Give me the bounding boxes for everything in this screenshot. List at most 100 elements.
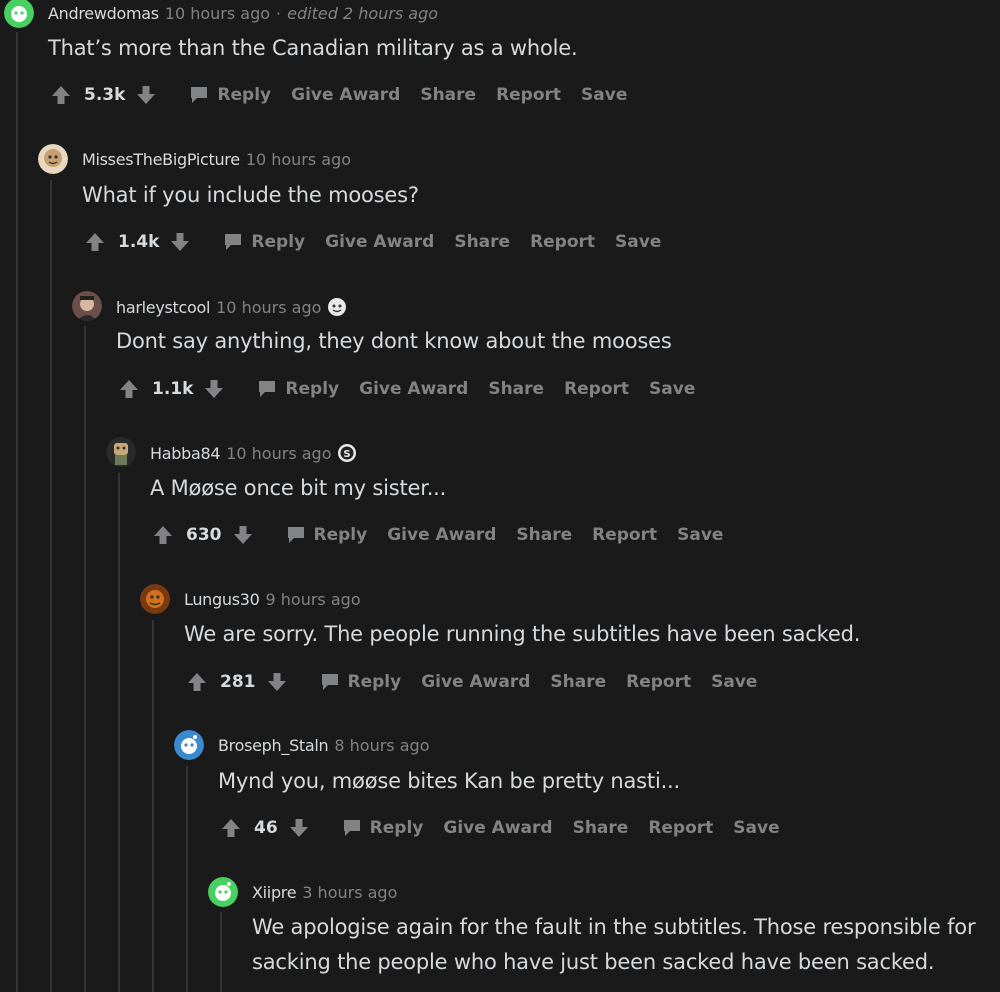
comment-body: What if you include the mooses? — [82, 183, 419, 207]
avatar[interactable] — [208, 877, 238, 907]
reply-button[interactable]: Reply — [189, 85, 271, 105]
comment-actions: 1.1k Reply Give Award Share Report Save — [118, 378, 695, 400]
avatar[interactable] — [4, 0, 34, 28]
author-link[interactable]: MissesTheBigPicture — [82, 150, 240, 169]
save-button[interactable]: Save — [581, 85, 627, 105]
downvote-icon[interactable] — [288, 817, 310, 839]
share-button[interactable]: Share — [550, 672, 606, 692]
author-link[interactable]: Xiipre — [252, 883, 297, 902]
downvote-icon[interactable] — [203, 378, 225, 400]
comment-meta: Andrewdomas 10 hours ago · edited 2 hour… — [48, 4, 438, 23]
give-award-button[interactable]: Give Award — [291, 85, 400, 105]
timestamp[interactable]: 10 hours ago — [226, 444, 331, 463]
author-link[interactable]: Lungus30 — [184, 590, 260, 609]
upvote-icon[interactable] — [220, 817, 242, 839]
svg-text:S: S — [344, 449, 351, 460]
reply-label: Reply — [285, 379, 340, 399]
comment-body-line: We apologise again for the fault in the … — [252, 915, 976, 939]
avatar[interactable] — [140, 584, 170, 614]
save-button[interactable]: Save — [615, 232, 661, 252]
timestamp[interactable]: 3 hours ago — [302, 883, 397, 902]
upvote-icon[interactable] — [50, 84, 72, 106]
avatar[interactable] — [72, 291, 102, 321]
reply-button[interactable]: Reply — [286, 525, 367, 545]
give-award-button[interactable]: Give Award — [387, 525, 496, 545]
downvote-icon[interactable] — [232, 524, 254, 546]
report-button[interactable]: Report — [564, 379, 629, 399]
thread-line[interactable] — [84, 326, 86, 992]
author-link[interactable]: Broseph_Staln — [218, 736, 329, 755]
share-button[interactable]: Share — [488, 379, 544, 399]
comment-meta: Xiipre 3 hours ago — [252, 883, 397, 902]
vote-score: 46 — [254, 818, 278, 838]
save-button[interactable]: Save — [711, 672, 757, 692]
timestamp[interactable]: 9 hours ago — [266, 590, 361, 609]
comment-actions: 281 Reply Give Award Share Report Save — [186, 671, 757, 693]
report-button[interactable]: Report — [496, 85, 561, 105]
upvote-icon[interactable] — [84, 231, 106, 253]
author-link[interactable]: harleystcool — [116, 298, 210, 317]
comment-actions: 1.4k Reply Give Award Share Report Save — [84, 231, 661, 253]
silver-award-icon: S — [338, 444, 357, 462]
share-button[interactable]: Share — [516, 525, 572, 545]
timestamp[interactable]: 10 hours ago — [165, 4, 270, 23]
thread-line[interactable] — [152, 620, 154, 992]
report-button[interactable]: Report — [530, 232, 595, 252]
avatar[interactable] — [174, 730, 204, 760]
save-button[interactable]: Save — [649, 379, 695, 399]
share-button[interactable]: Share — [454, 232, 510, 252]
comment-body: Dont say anything, they dont know about … — [116, 329, 672, 353]
upvote-icon[interactable] — [118, 378, 140, 400]
avatar[interactable] — [106, 437, 136, 467]
upvote-icon[interactable] — [152, 524, 174, 546]
save-button[interactable]: Save — [733, 818, 779, 838]
award-icon — [328, 298, 347, 316]
comment-bubble-icon — [225, 234, 242, 250]
vote-score: 1.4k — [118, 232, 160, 252]
author-link[interactable]: Habba84 — [150, 444, 221, 463]
comment-actions: 630 Reply Give Award Share Report Save — [152, 524, 723, 546]
report-button[interactable]: Report — [648, 818, 713, 838]
comment-body: We are sorry. The people running the sub… — [184, 622, 861, 646]
separator-dot: · — [276, 4, 282, 23]
give-award-button[interactable]: Give Award — [325, 232, 434, 252]
reply-button[interactable]: Reply — [320, 672, 401, 692]
thread-line[interactable] — [50, 180, 52, 992]
edited-label: edited 2 hours ago — [287, 4, 439, 23]
report-button[interactable]: Report — [626, 672, 691, 692]
author-link[interactable]: Andrewdomas — [48, 4, 159, 23]
downvote-icon[interactable] — [266, 671, 288, 693]
give-award-button[interactable]: Give Award — [443, 818, 552, 838]
vote-score: 1.1k — [152, 379, 194, 399]
downvote-icon[interactable] — [169, 231, 191, 253]
reply-button[interactable]: Reply — [257, 379, 339, 399]
comment-bubble-icon — [259, 381, 276, 397]
thread-line[interactable] — [186, 766, 188, 992]
report-button[interactable]: Report — [592, 525, 657, 545]
downvote-icon[interactable] — [135, 84, 157, 106]
share-button[interactable]: Share — [420, 85, 476, 105]
thread-line[interactable] — [16, 32, 18, 992]
vote-score: 281 — [220, 672, 256, 692]
comment-body: Mynd you, møøse bites Kan be pretty nast… — [218, 769, 681, 793]
timestamp[interactable]: 10 hours ago — [216, 298, 321, 317]
avatar[interactable] — [38, 144, 68, 174]
reply-button[interactable]: Reply — [223, 232, 305, 252]
timestamp[interactable]: 8 hours ago — [334, 736, 429, 755]
comment-meta: Lungus30 9 hours ago — [184, 590, 361, 609]
give-award-button[interactable]: Give Award — [421, 672, 530, 692]
thread-line[interactable] — [220, 912, 222, 992]
thread-line[interactable] — [118, 473, 120, 992]
save-button[interactable]: Save — [677, 525, 723, 545]
reply-button[interactable]: Reply — [342, 818, 423, 838]
comment-actions: 46 Reply Give Award Share Report Save — [220, 817, 780, 839]
vote-score: 5.3k — [84, 85, 126, 105]
comment-body-line: sacking the people who have just been sa… — [252, 950, 935, 974]
comment-bubble-icon — [321, 674, 338, 690]
upvote-icon[interactable] — [186, 671, 208, 693]
comment-body: We apologise again for the fault in the … — [252, 910, 976, 980]
give-award-button[interactable]: Give Award — [359, 379, 468, 399]
timestamp[interactable]: 10 hours ago — [246, 150, 351, 169]
share-button[interactable]: Share — [573, 818, 629, 838]
comment-body: A Møøse once bit my sister... — [150, 476, 447, 500]
